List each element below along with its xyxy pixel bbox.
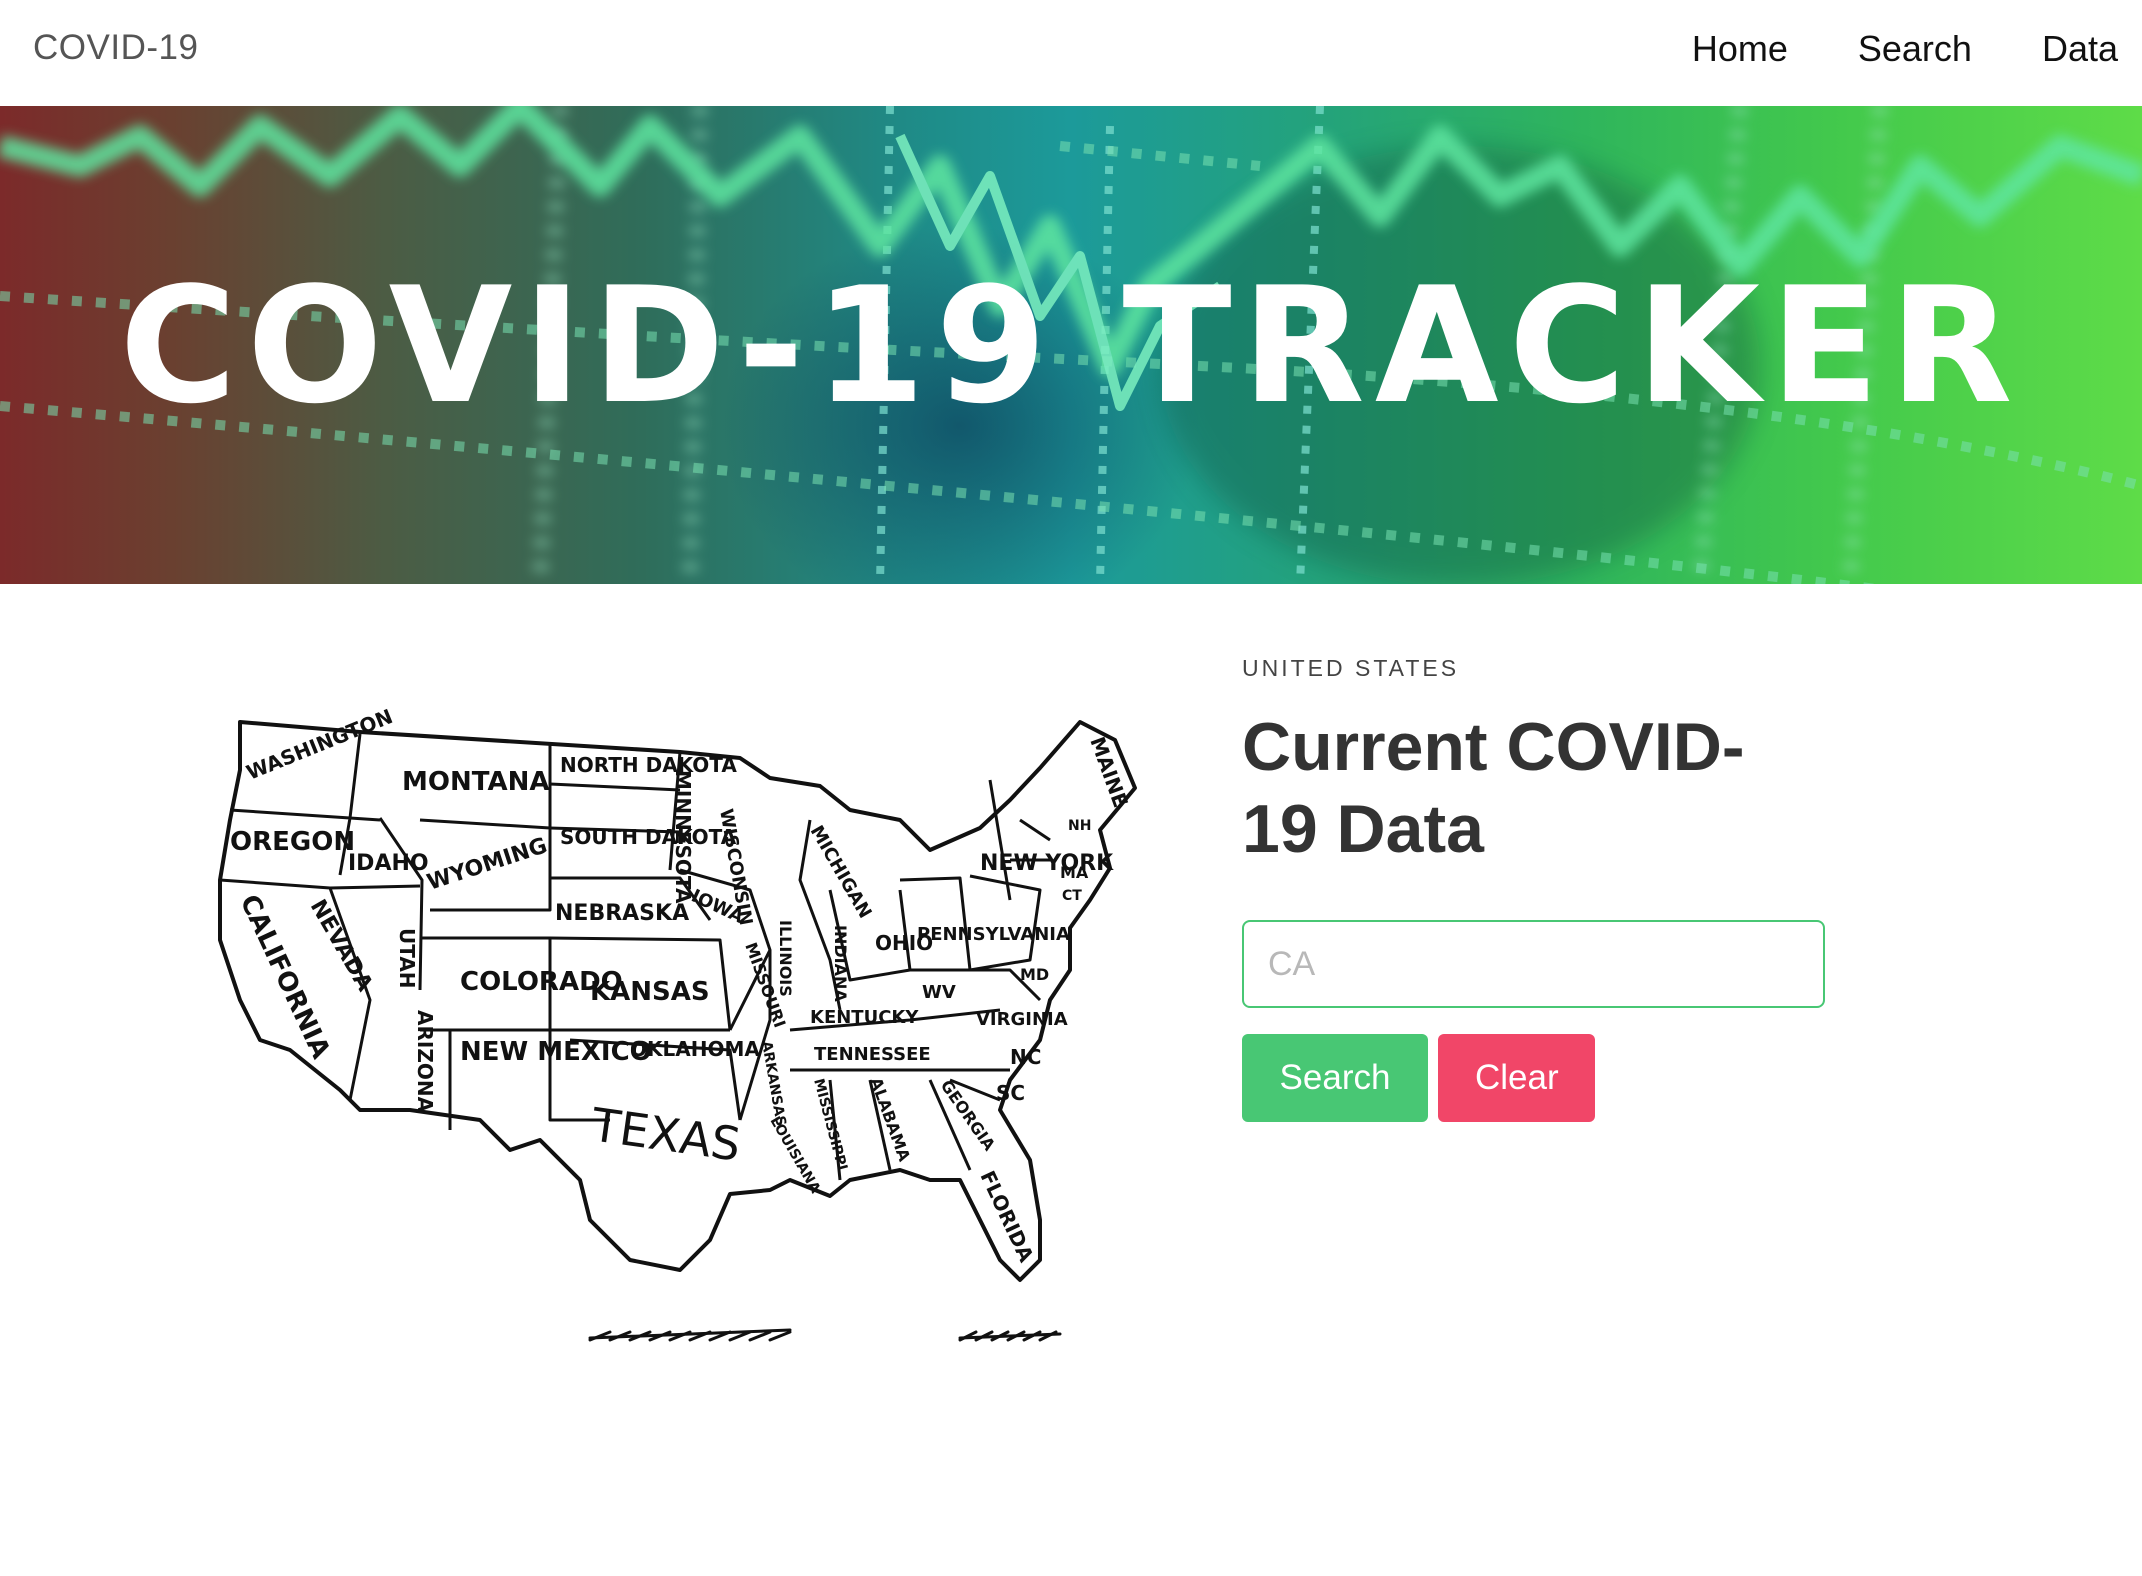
map-label-pennsylvania: PENNSYLVANIA bbox=[917, 924, 1070, 945]
brand-link[interactable]: COVID-19 bbox=[33, 28, 198, 68]
map-label-south-dakota: SOUTH DAKOTA bbox=[560, 825, 737, 849]
map-label-kansas: KANSAS bbox=[590, 977, 710, 1007]
map-label-new-york: NEW YORK bbox=[980, 851, 1114, 876]
us-map-icon: WASHINGTON MONTANA NORTH DAKOTA MINNESOT… bbox=[218, 704, 1137, 1342]
map-label-nh: NH bbox=[1068, 818, 1091, 834]
nav-links: Home Search Data bbox=[1622, 28, 2118, 70]
map-label-virginia: VIRGINIA bbox=[976, 1009, 1068, 1030]
map-label-north-dakota: NORTH DAKOTA bbox=[560, 753, 737, 777]
nav-link-home[interactable]: Home bbox=[1692, 28, 1788, 70]
clear-button[interactable]: Clear bbox=[1438, 1034, 1595, 1122]
map-label-tennessee: TENNESSEE bbox=[814, 1044, 931, 1065]
map-label-wv: WV bbox=[922, 982, 956, 1003]
map-label-utah: UTAH bbox=[395, 928, 419, 989]
us-map-illustration: WASHINGTON MONTANA NORTH DAKOTA MINNESOT… bbox=[210, 700, 1170, 1380]
map-label-oklahoma: OKLAHOMA bbox=[630, 1037, 760, 1061]
map-label-sc: SC bbox=[996, 1081, 1025, 1105]
map-label-new-mexico: NEW MEXICO bbox=[460, 1037, 652, 1067]
map-label-oregon: OREGON bbox=[230, 827, 355, 857]
map-label-ma: MA bbox=[1060, 863, 1089, 882]
data-panel: UNITED STATES Current COVID-19 Data Sear… bbox=[1242, 655, 1842, 1122]
map-label-indiana: INDIANA bbox=[831, 925, 850, 1002]
panel-heading: Current COVID-19 Data bbox=[1242, 709, 1745, 867]
map-label-md: MD bbox=[1020, 965, 1049, 984]
search-button[interactable]: Search bbox=[1242, 1034, 1428, 1122]
nav-link-data[interactable]: Data bbox=[2042, 28, 2118, 70]
map-label-arizona: ARIZONA bbox=[413, 1010, 437, 1113]
state-search-input[interactable] bbox=[1242, 920, 1825, 1008]
map-label-illinois: ILLINOIS bbox=[776, 920, 795, 997]
button-row: Search Clear bbox=[1242, 1034, 1842, 1122]
nav-link-search[interactable]: Search bbox=[1858, 28, 1972, 70]
map-label-nebraska: NEBRASKA bbox=[555, 901, 689, 926]
navbar: COVID-19 Home Search Data bbox=[0, 0, 2142, 106]
hero-banner: COVID-19 TRACKER bbox=[0, 106, 2142, 584]
panel-eyebrow: UNITED STATES bbox=[1242, 655, 1460, 681]
hero-title: COVID-19 TRACKER bbox=[119, 252, 2023, 439]
map-label-montana: MONTANA bbox=[402, 767, 549, 797]
map-label-idaho: IDAHO bbox=[348, 851, 429, 876]
map-label-nc: NC bbox=[1010, 1045, 1041, 1069]
map-label-ct: CT bbox=[1062, 888, 1082, 904]
map-label-kentucky: KENTUCKY bbox=[810, 1007, 919, 1028]
